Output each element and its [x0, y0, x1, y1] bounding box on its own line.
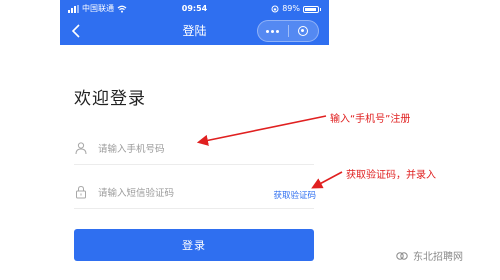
status-right: 89%	[271, 2, 321, 16]
lock-icon	[76, 185, 86, 199]
top-bar: 中国联通 09:54 89% 登陆	[60, 0, 329, 45]
close-mini-program-button[interactable]	[289, 21, 319, 41]
phone-annotation: 输入“手机号”注册	[330, 114, 411, 125]
watermark-text: 东北招聘网	[413, 252, 463, 263]
wechat-channel-icon	[396, 251, 408, 260]
sms-code-field[interactable]: 请输入短信验证码 获取验证码	[74, 176, 316, 209]
phone-number-field[interactable]: 请输入手机号码	[74, 132, 314, 165]
lock-rotation-icon	[271, 5, 279, 13]
get-code-link[interactable]: 获取验证码	[273, 189, 316, 201]
code-placeholder: 请输入短信验证码	[98, 188, 175, 199]
target-circle-icon	[298, 26, 309, 36]
phone-placeholder: 请输入手机号码	[98, 144, 165, 155]
battery-icon	[303, 5, 321, 13]
more-button[interactable]	[258, 21, 288, 41]
nav-bar: 登陆	[60, 18, 329, 45]
code-annotation: 获取验证码，并录入	[346, 170, 436, 181]
battery-percent: 89%	[282, 4, 300, 13]
more-dots-icon	[266, 29, 280, 33]
mini-program-capsule	[257, 20, 319, 42]
welcome-heading: 欢迎登录	[74, 89, 146, 109]
phone-screen: 中国联通 09:54 89% 登陆 欢迎登录 请输入手机号码 请输入短信验证码 …	[60, 0, 329, 280]
status-bar: 中国联通 09:54 89%	[60, 2, 329, 16]
user-icon	[75, 142, 87, 155]
watermark: 东北招聘网	[395, 248, 463, 263]
login-button[interactable]: 登录	[74, 229, 314, 261]
